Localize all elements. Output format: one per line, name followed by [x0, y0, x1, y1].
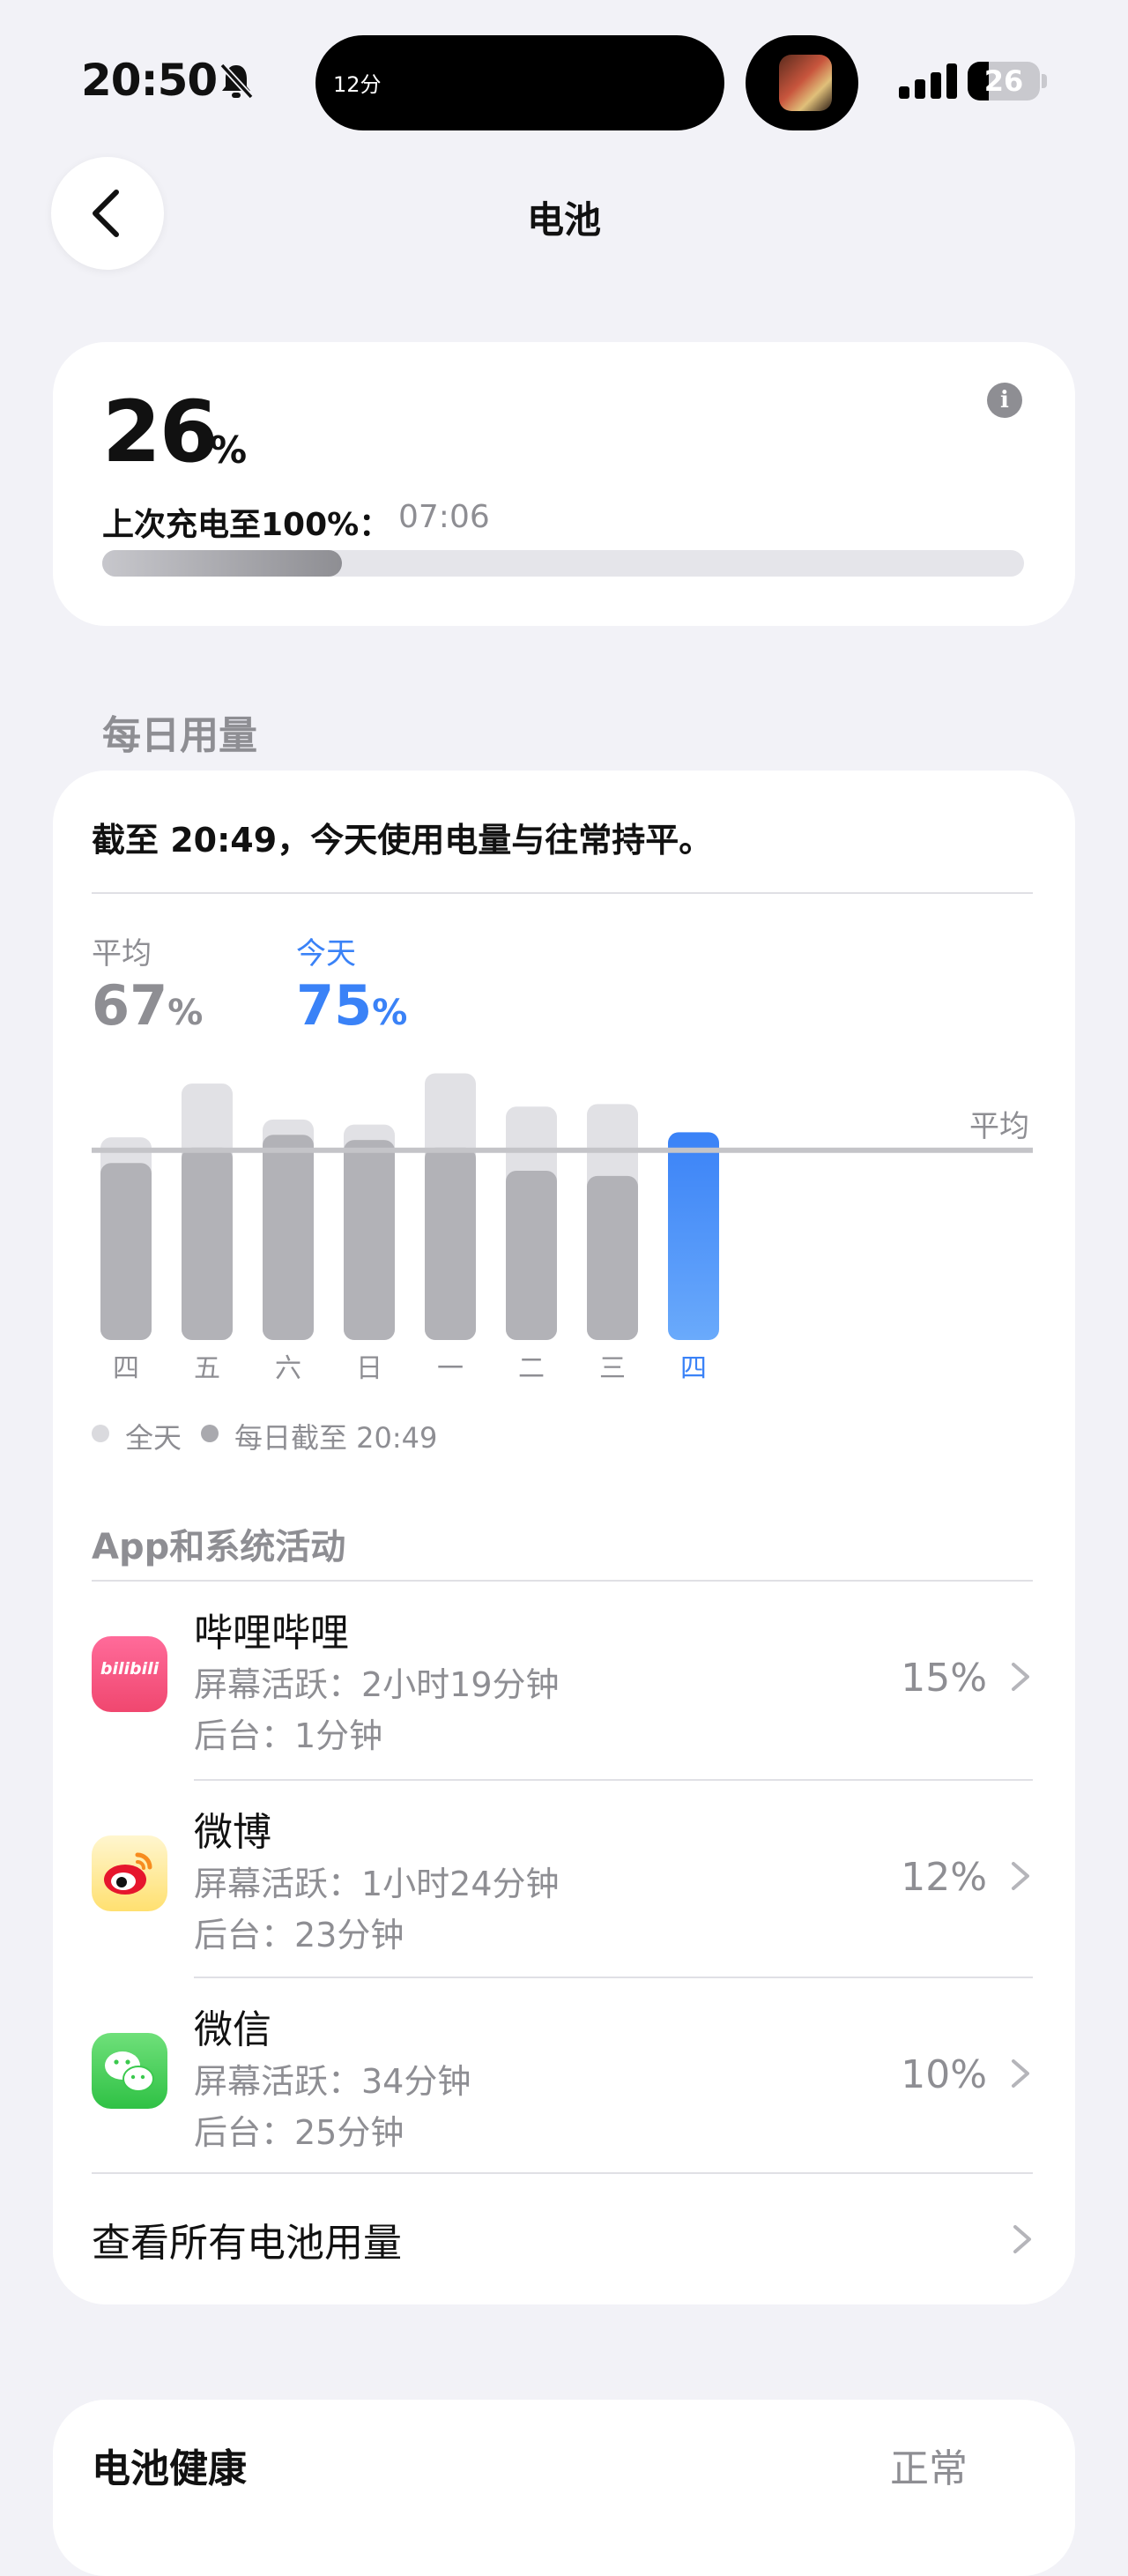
app-screen-time: 屏幕活跃：1小时24分钟	[194, 1865, 560, 1903]
status-time: 20:50	[81, 55, 218, 106]
chart-tick-label: 二	[518, 1353, 545, 1384]
chart-tick-label: 五	[194, 1353, 220, 1384]
chart-tick-label: 四	[680, 1353, 707, 1384]
chevron-right-icon	[1012, 1862, 1029, 1890]
today-label: 今天	[296, 936, 356, 972]
app-activity-heading: App和系统活动	[92, 1527, 346, 1567]
average-line-label: 平均	[969, 1109, 1029, 1144]
legend-dot-all-day	[92, 1425, 109, 1442]
app-battery-pct: 10%	[901, 2052, 987, 2097]
battery-health-label: 电池健康	[92, 2446, 247, 2491]
chevron-right-icon[interactable]	[1010, 2222, 1035, 2257]
chart-tick-label: 四	[113, 1353, 139, 1384]
battery-icon-level: 26	[983, 64, 1024, 98]
bell-muted-icon	[219, 63, 254, 100]
average-number: 67	[92, 973, 168, 1038]
bilibili-icon: bilibili	[92, 1636, 167, 1712]
legend-dot-until-now	[201, 1425, 219, 1442]
app-background-time: 后台：1分钟	[194, 1716, 383, 1755]
average-label: 平均	[92, 936, 152, 972]
chart-bar-until-now[interactable]	[506, 1171, 557, 1340]
wechat-icon	[92, 2033, 167, 2109]
legend-all-day: 全天	[125, 1421, 182, 1455]
cellular-signal-icon	[899, 63, 957, 99]
app-row-weibo[interactable]: 微博 屏幕活跃：1小时24分钟 后台：23分钟 12%	[92, 1781, 1033, 1978]
last-charge-time: 07:06	[398, 499, 490, 535]
battery-percentage: 26	[102, 383, 219, 481]
app-battery-pct: 15%	[901, 1656, 987, 1701]
chart-tick-label: 日	[356, 1353, 382, 1384]
wechat-logo	[105, 2051, 154, 2092]
last-charge-label: 上次充电至100%：	[102, 507, 391, 543]
battery-icon: 26	[968, 62, 1040, 101]
chart-bar-until-now[interactable]	[263, 1135, 314, 1340]
average-value: 67%	[92, 973, 203, 1038]
battery-level-fill	[102, 550, 342, 577]
divider	[92, 892, 1033, 894]
chart-tick-label: 三	[599, 1353, 626, 1384]
chart-bar-until-now[interactable]	[587, 1175, 638, 1340]
app-row-bilibili[interactable]: bilibili 哔哩哔哩 屏幕活跃：2小时19分钟 后台：1分钟 15%	[92, 1582, 1033, 1779]
info-icon[interactable]: i	[987, 383, 1022, 418]
chart-bar-until-now[interactable]	[425, 1147, 476, 1340]
chevron-right-icon	[1012, 1663, 1029, 1691]
chart-bar-today[interactable]	[668, 1132, 719, 1340]
battery-health-status: 正常	[890, 2446, 968, 2491]
battery-percent-sign: %	[210, 428, 248, 472]
weibo-logo	[104, 1852, 152, 1895]
battery-icon-nub	[1042, 74, 1047, 88]
app-screen-time: 屏幕活跃：2小时19分钟	[194, 1665, 560, 1704]
chevron-right-icon	[1012, 2059, 1029, 2088]
bilibili-icon-text: bilibili	[100, 1659, 160, 1679]
average-unit: %	[167, 993, 204, 1033]
chart-tick-label: 一	[437, 1353, 464, 1384]
page-title: 电池	[526, 198, 601, 242]
daily-usage-heading: 每日用量	[102, 713, 257, 758]
today-number: 75	[296, 973, 373, 1038]
app-name: 哔哩哔哩	[194, 1611, 349, 1656]
app-screen-time: 屏幕活跃：34分钟	[194, 2062, 471, 2101]
app-name: 微博	[194, 1810, 271, 1855]
today-unit: %	[372, 993, 408, 1033]
island-timer-text: 12分	[333, 72, 382, 97]
chart-tick-label: 六	[275, 1353, 301, 1384]
now-playing-artwork	[779, 55, 832, 111]
legend-until-now: 每日截至 20:49	[234, 1421, 438, 1455]
app-name: 微信	[194, 2007, 271, 2052]
see-all-battery-usage-link[interactable]: 查看所有电池用量	[92, 2211, 402, 2267]
divider	[92, 2172, 1033, 2174]
chart-bar-until-now[interactable]	[100, 1163, 152, 1340]
app-background-time: 后台：23分钟	[194, 1916, 404, 1954]
usage-summary: 截至 20:49，今天使用电量与往常持平。	[92, 821, 713, 860]
app-battery-pct: 12%	[901, 1855, 987, 1900]
app-row-wechat[interactable]: 微信 屏幕活跃：34分钟 后台：25分钟 10%	[92, 1978, 1033, 2176]
app-background-time: 后台：25分钟	[194, 2113, 404, 2152]
daily-usage-chart[interactable]: 四五六日一二三四	[92, 1058, 1033, 1393]
weibo-icon	[92, 1835, 167, 1911]
today-value: 75%	[296, 973, 407, 1038]
chart-bar-until-now[interactable]	[182, 1147, 233, 1340]
chart-bar-until-now[interactable]	[344, 1140, 395, 1340]
